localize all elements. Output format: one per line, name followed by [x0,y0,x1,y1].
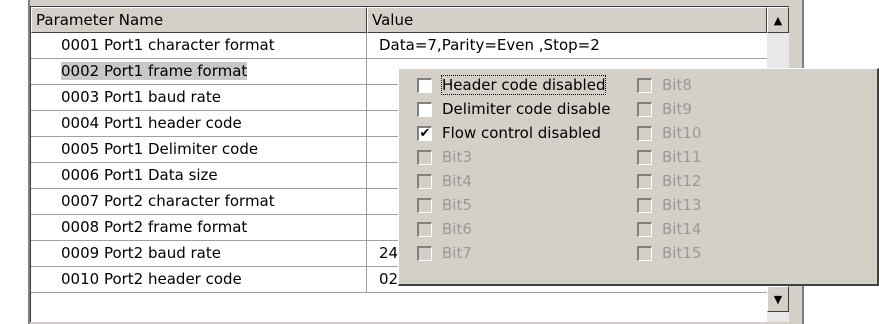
bit-checkbox-flow-control-disabled[interactable]: ✔ Flow control disabled [417,121,601,145]
bit-checkbox-bit4: Bit4 [417,169,472,193]
bit-checkbox-bit6: Bit6 [417,217,472,241]
bit-checkbox-bit5: Bit5 [417,193,472,217]
bit-checkbox-bit3: Bit3 [417,145,472,169]
checkbox-box [417,173,432,189]
checkbox-box [637,125,652,141]
parameter-name: 0001 Port1 character format [61,36,275,54]
bit-checkbox-bit11: Bit11 [637,145,701,169]
checkbox-label: Bit11 [662,148,702,166]
bit-checkbox-bit8: Bit8 [637,73,692,97]
column-header-name[interactable]: Parameter Name [31,7,367,33]
checkbox-box[interactable] [417,77,432,93]
checkbox-box [637,77,652,93]
bit-checkbox-bit14: Bit14 [637,217,701,241]
checkbox-label: Bit9 [662,100,692,118]
bit-checkbox-bit12: Bit12 [637,169,701,193]
checkbox-label: Bit15 [662,244,702,262]
checkmark-icon[interactable]: ✔ [417,125,432,141]
scroll-down-button[interactable]: ▼ [767,286,789,312]
bit-checkbox-bit15: Bit15 [637,241,701,265]
checkbox-label: Bit8 [662,76,692,94]
parameter-name: 0002 Port1 frame format [61,62,248,80]
parameter-name: 0004 Port1 header code [61,114,242,132]
scroll-up-button[interactable]: ▲ [767,7,789,33]
checkbox-box [417,245,432,261]
checkbox-box [637,101,652,117]
checkbox-label: Bit7 [442,244,472,262]
bit-checkbox-bit10: Bit10 [637,121,701,145]
parameter-name: 0010 Port2 header code [61,270,242,288]
bit-checkbox-header-code-disabled[interactable]: Header code disabled [417,73,607,97]
checkbox-label: Header code disabled [440,75,607,95]
arrow-up-icon: ▲ [773,13,783,27]
bit-flags-dropdown: Header code disabled Delimiter code disa… [398,68,879,286]
parameter-name: 0009 Port2 baud rate [61,244,221,262]
checkbox-box [637,245,652,261]
checkbox-box[interactable] [417,101,432,117]
checkbox-label: Bit10 [662,124,702,142]
bit-checkbox-bit13: Bit13 [637,193,701,217]
checkbox-box [637,173,652,189]
checkbox-label: Bit12 [662,172,702,190]
parameter-name: 0005 Port1 Delimiter code [61,140,259,158]
parameter-value[interactable]: Data=7,Parity=Even ,Stop=2 [367,33,767,59]
checkbox-box [417,221,432,237]
parameter-name: 0007 Port2 character format [61,192,275,210]
checkbox-label: Flow control disabled [442,124,601,142]
bit-checkbox-delimiter-code-disable[interactable]: Delimiter code disable [417,97,611,121]
checkbox-label: Bit6 [442,220,472,238]
parameter-name: 0003 Port1 baud rate [61,88,221,106]
column-header-value[interactable]: Value [367,7,767,33]
checkbox-label: Bit14 [662,220,702,238]
checkbox-label: Bit3 [442,148,472,166]
checkbox-box [417,197,432,213]
bit-checkbox-bit9: Bit9 [637,97,692,121]
checkbox-label: Delimiter code disable [442,100,611,118]
parameter-name: 0008 Port2 frame format [61,218,248,236]
bit-checkbox-bit7: Bit7 [417,241,472,265]
checkbox-label: Bit5 [442,196,472,214]
checkbox-box [637,149,652,165]
parameter-name: 0006 Port1 Data size [61,166,218,184]
checkbox-box [637,221,652,237]
checkbox-label: Bit4 [442,172,472,190]
checkbox-label: Bit13 [662,196,702,214]
arrow-down-icon: ▼ [773,292,783,306]
checkbox-box [417,149,432,165]
checkbox-box [637,197,652,213]
table-row[interactable]: 0001 Port1 character format Data=7,Parit… [31,33,789,59]
